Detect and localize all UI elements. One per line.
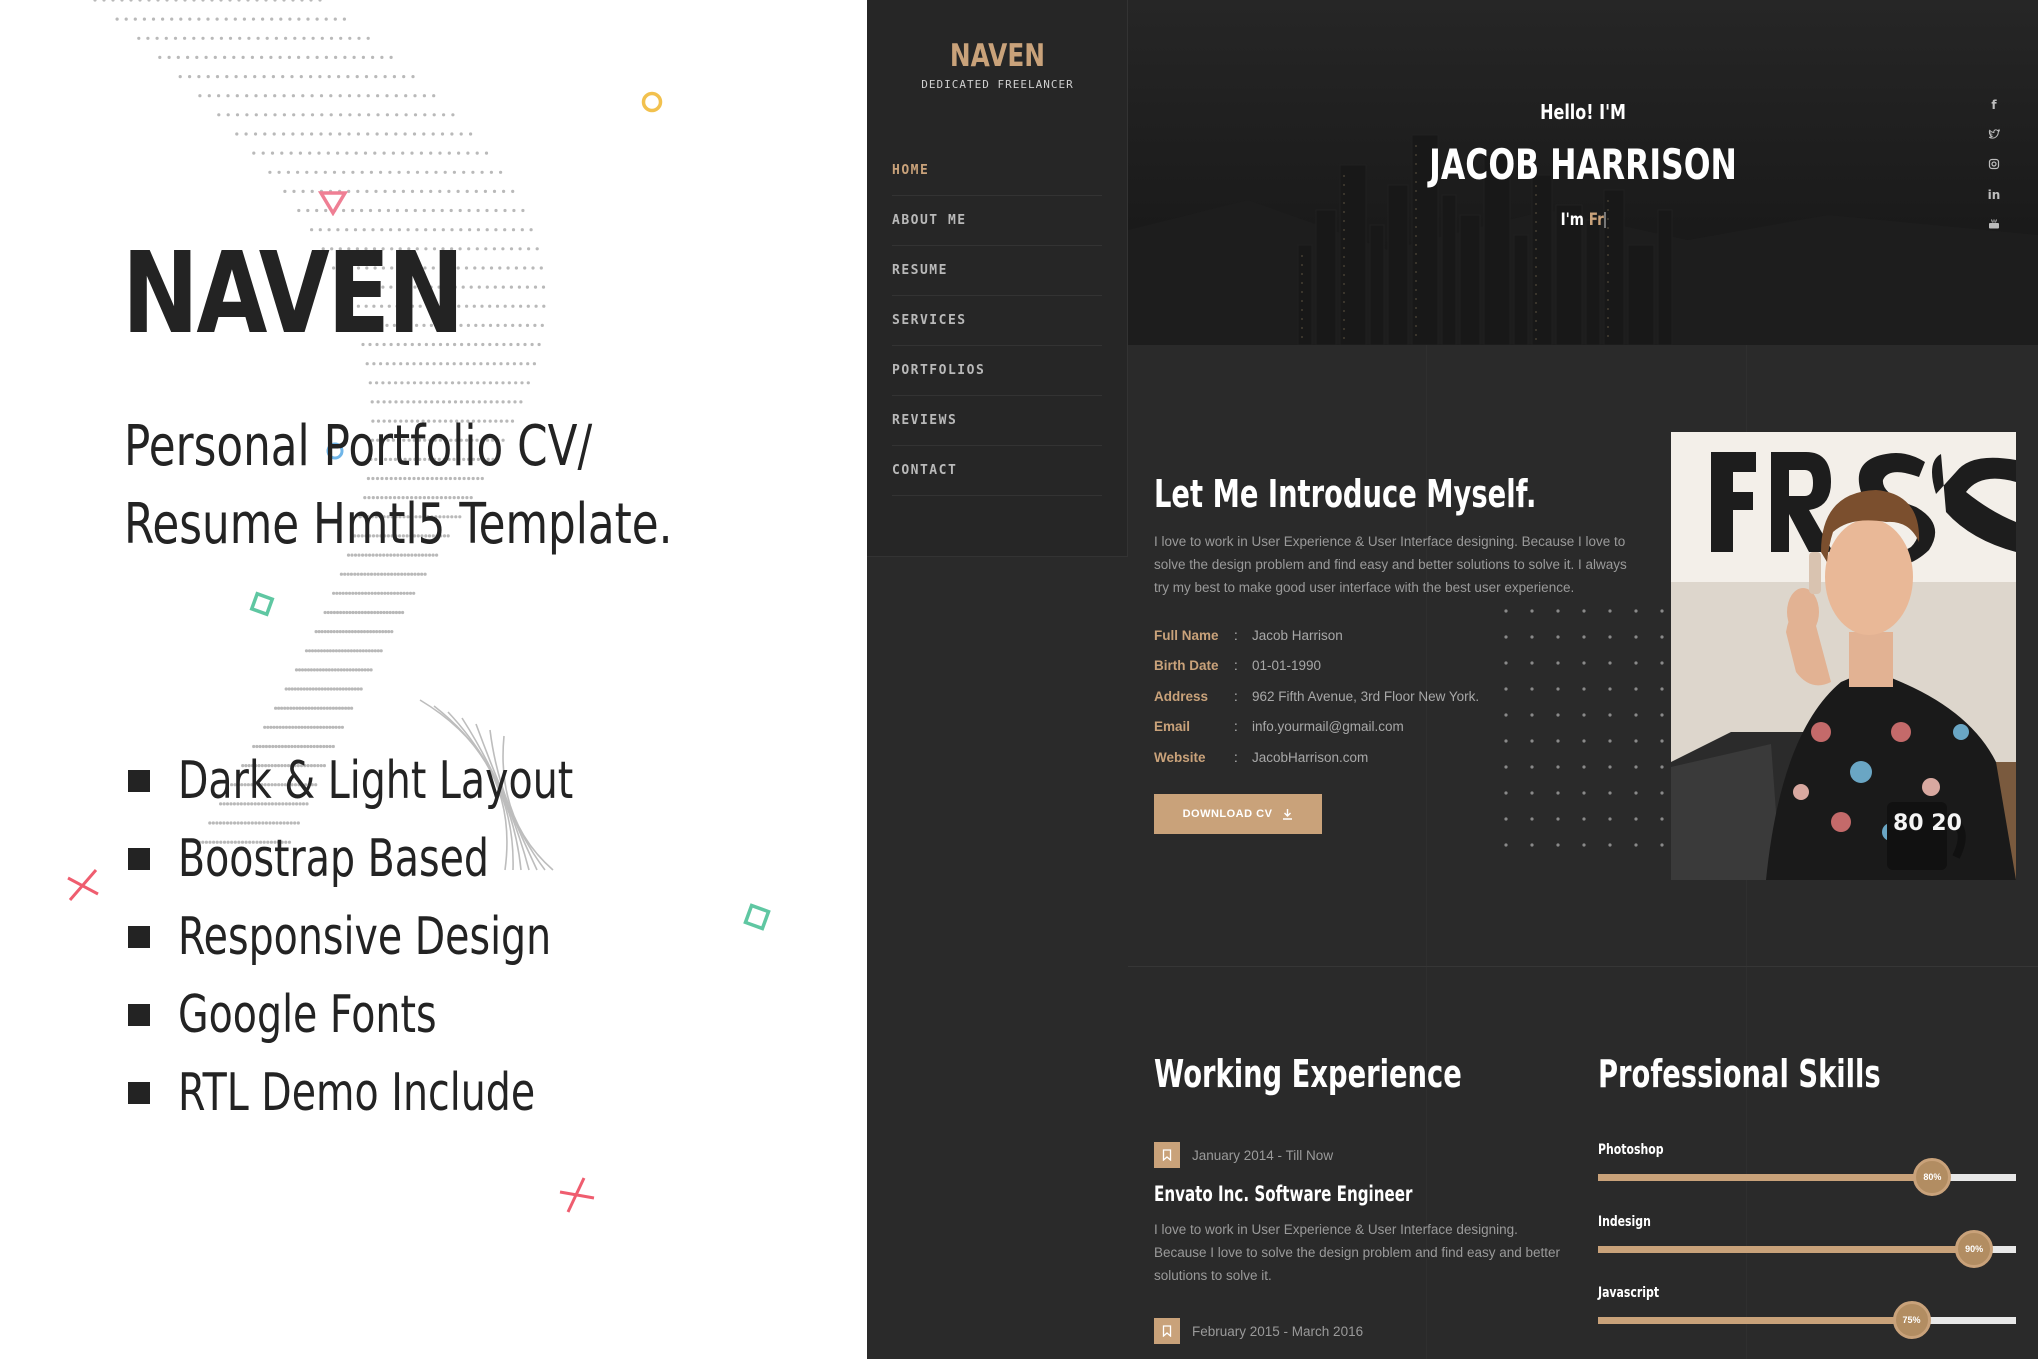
bullet-square-icon [128, 1004, 150, 1026]
experience-date: January 2014 - Till Now [1192, 1147, 1334, 1163]
bullet-square-icon [128, 926, 150, 948]
info-row: Birth Date:01-01-1990 [1154, 658, 1322, 674]
skill-bar: Photoshop 80% [1598, 1142, 2016, 1196]
svg-text:80 20: 80 20 [1893, 811, 1962, 836]
about-intro: I love to work in User Experience & User… [1154, 534, 1627, 595]
section-divider [1128, 966, 2038, 967]
skill-name: Indesign [1598, 1214, 1651, 1230]
promo-panel: NAVEN Personal Portfolio CV/ Resume Hmtl… [0, 0, 867, 1359]
hero-greeting: Hello! I'M [1540, 100, 1626, 124]
bookmark-icon [1154, 1142, 1180, 1168]
nav-item-home[interactable]: HOME [892, 146, 1102, 196]
brand-logo[interactable]: NAVEN [893, 38, 1102, 74]
info-row: Website: JacobHarrison.com [1154, 749, 1369, 765]
sidebar: NAVEN DEDICATED FREELANCER HOME ABOUT ME… [867, 0, 1128, 557]
feature-item: Dark & Light Layout [128, 742, 698, 820]
instagram-icon[interactable] [1985, 158, 2003, 188]
nav-item-about-me[interactable]: ABOUT ME [892, 196, 1102, 246]
promo-title: NAVEN [122, 229, 465, 359]
profile-photo: 80 20 [1671, 432, 2016, 880]
personal-info-list: Full Name: Jacob Harrison Birth Date:01-0… [1154, 620, 1479, 773]
green-square-decoration [249, 591, 275, 617]
skill-percent-badge: 80% [1913, 1158, 1952, 1196]
skills-heading: Professional Skills [1598, 1052, 1881, 1096]
skill-percent-badge: 75% [1892, 1301, 1931, 1339]
skill-track: 75% [1598, 1301, 2016, 1339]
info-row: Address:962 Fifth Avenue, 3rd Floor New … [1154, 688, 1480, 704]
brand-tagline: DEDICATED FREELANCER [921, 78, 1074, 91]
social-links: f in [1985, 98, 2003, 248]
about-heading: Let Me Introduce Myself. [1154, 472, 1537, 516]
experience-item: January 2014 - Till Now Envato Inc. Soft… [1154, 1142, 1574, 1287]
skill-fill [1598, 1246, 1975, 1253]
experience-date: February 2015 - March 2016 [1192, 1323, 1364, 1339]
bookmark-icon [1154, 1318, 1180, 1344]
feature-list: Dark & Light Layout Boostrap Based Respo… [128, 742, 698, 1132]
experience-heading: Working Experience [1154, 1052, 1462, 1096]
nav-item-reviews[interactable]: REVIEWS [892, 396, 1102, 446]
twitter-icon[interactable] [1985, 128, 2003, 158]
nav-item-contact[interactable]: CONTACT [892, 446, 1102, 496]
nav-item-portfolios[interactable]: PORTFOLIOS [892, 346, 1102, 396]
info-row: Email: info.yourmail@gmail.com [1154, 719, 1404, 735]
profile-photo-illustration: 80 20 [1671, 432, 2016, 880]
red-cross-decoration-2 [559, 1177, 595, 1213]
feature-item: Responsive Design [128, 898, 698, 976]
skill-track: 90% [1598, 1230, 2016, 1268]
skill-percent-badge: 90% [1955, 1230, 1994, 1268]
download-icon [1283, 809, 1293, 820]
download-cv-button[interactable]: DOWNLOAD CV [1154, 794, 1322, 834]
bullet-square-icon [128, 770, 150, 792]
feature-item: Google Fonts [128, 976, 698, 1054]
yellow-circle-decoration [641, 91, 663, 113]
skill-fill [1598, 1317, 1912, 1324]
feature-item: RTL Demo Include [128, 1054, 698, 1132]
skill-track: 80% [1598, 1158, 2016, 1196]
experience-item: February 2015 - March 2016 [1154, 1318, 1574, 1344]
nav-item-services[interactable]: SERVICES [892, 296, 1102, 346]
experience-description: I love to work in User Experience & User… [1154, 1222, 1561, 1283]
info-row: Full Name: Jacob Harrison [1154, 627, 1343, 643]
green-square-decoration-2 [743, 903, 771, 931]
skill-bar: Indesign 90% [1598, 1214, 2016, 1268]
feature-item: Boostrap Based [128, 820, 698, 898]
typing-cursor [1604, 212, 1606, 228]
skill-name: Javascript [1598, 1285, 1660, 1301]
youtube-icon[interactable] [1985, 218, 2003, 248]
red-cross-decoration [67, 869, 99, 901]
hero-banner: Hello! I'M JACOB HARRISON I'm Fr f in [1128, 0, 2038, 345]
bullet-square-icon [128, 848, 150, 870]
linkedin-icon[interactable]: in [1985, 188, 2003, 218]
facebook-icon[interactable]: f [1985, 98, 2003, 128]
skill-bar: Javascript 75% [1598, 1285, 2016, 1339]
nav-item-resume[interactable]: RESUME [892, 246, 1102, 296]
website-preview: NAVEN DEDICATED FREELANCER HOME ABOUT ME… [867, 0, 2038, 1359]
dotted-wave-decoration [93, 0, 554, 871]
skill-fill [1598, 1174, 1933, 1181]
hero-name: JACOB HARRISON [1429, 140, 1737, 189]
skill-name: Photoshop [1598, 1142, 1664, 1158]
main-nav: HOME ABOUT ME RESUME SERVICES PORTFOLIOS… [892, 146, 1102, 496]
promo-subtitle: Personal Portfolio CV/ Resume Hmtl5 Temp… [124, 414, 673, 557]
experience-title: Envato Inc. Software Engineer [1154, 1182, 1413, 1206]
hero-typed-text: I'm Fr [1560, 210, 1606, 230]
pink-triangle-decoration [318, 191, 348, 216]
bullet-square-icon [128, 1082, 150, 1104]
